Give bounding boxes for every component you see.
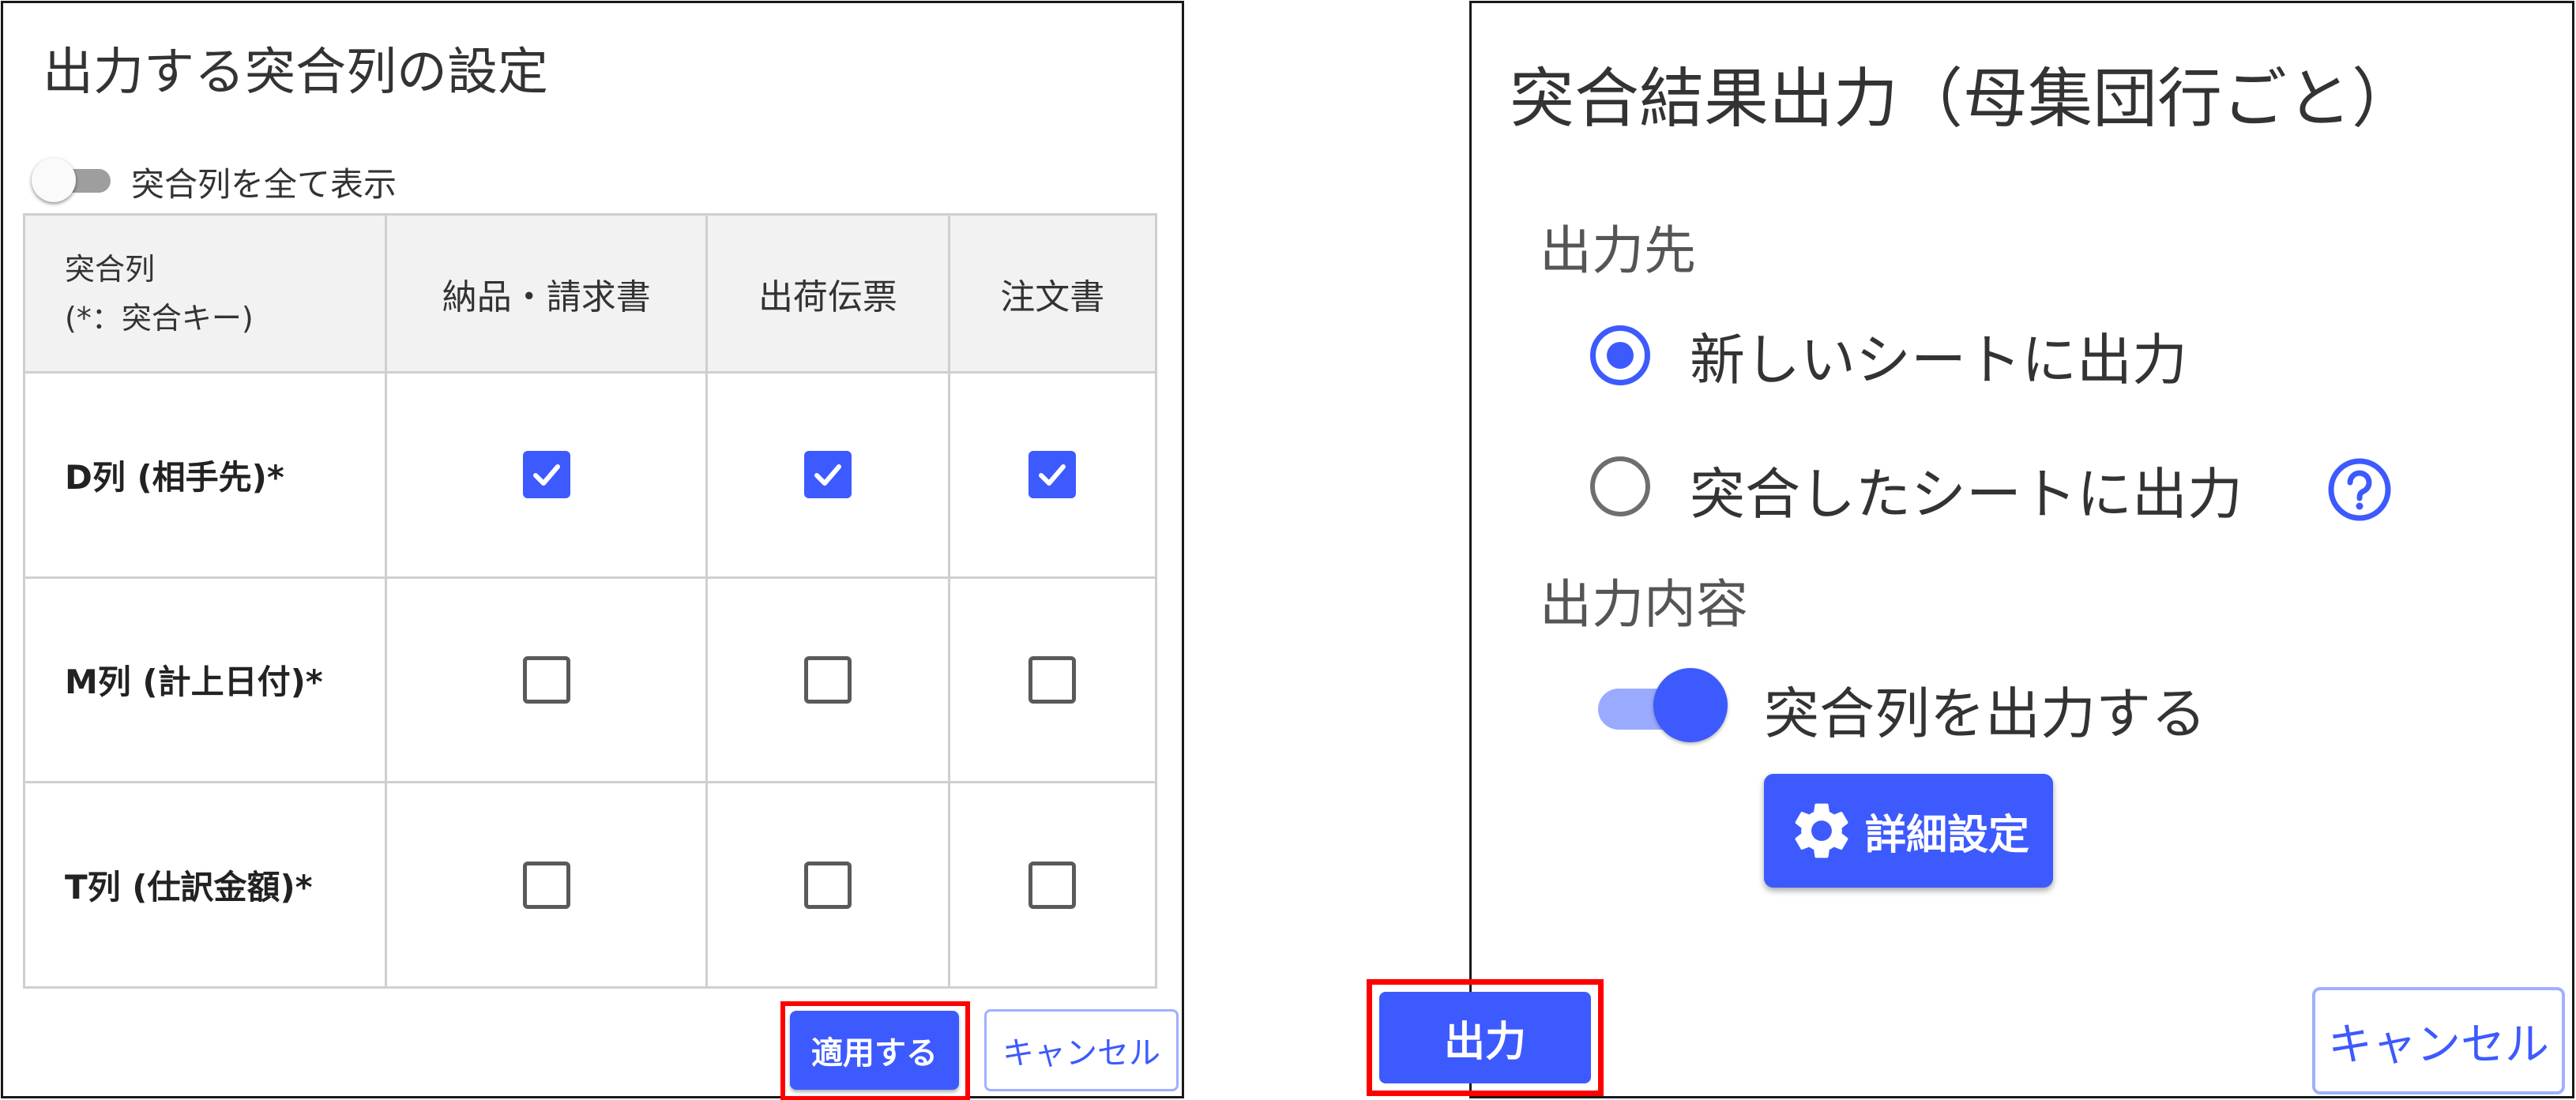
check-icon (1039, 464, 1066, 486)
checkbox[interactable] (522, 451, 570, 499)
show-all-columns-toggle[interactable] (32, 158, 112, 202)
checkbox[interactable] (522, 861, 570, 909)
radio-new-sheet[interactable] (1590, 325, 1650, 385)
row-label: M列 (計上日付)* (22, 576, 388, 784)
column-settings-dialog: 出力する突合列の設定 突合列を全て表示 突合列 (*：突合キー) 納品・請求書 … (1, 1, 1184, 1100)
header-shipping-slip: 出荷伝票 (705, 213, 950, 374)
detail-settings-button[interactable]: 詳細設定 (1764, 774, 2053, 888)
toggle-knob (1653, 668, 1728, 742)
check-icon (814, 464, 841, 486)
gear-icon (1795, 803, 1848, 858)
cancel-button[interactable]: キャンセル (984, 1009, 1179, 1091)
header-invoice: 納品・請求書 (385, 213, 709, 374)
row-label: D列 (相手先)* (22, 371, 388, 579)
table-row: T列 (仕訳金額)* (22, 781, 1158, 989)
question-circle-icon[interactable] (2326, 456, 2393, 523)
content-heading: 出力内容 (1540, 574, 1748, 635)
output-button[interactable]: 出力 (1379, 992, 1591, 1083)
radio-new-sheet-label[interactable]: 新しいシートに出力 (1690, 316, 2187, 396)
apply-button[interactable]: 適用する (790, 1011, 959, 1090)
checkbox[interactable] (1029, 861, 1077, 909)
header-column-name-line2: (*：突合キー) (65, 300, 254, 336)
table-row: M列 (計上日付)* (22, 576, 1158, 784)
output-columns-toggle[interactable] (1596, 668, 1731, 744)
radio-selected-dot (1607, 342, 1634, 369)
column-settings-table: 突合列 (*：突合キー) 納品・請求書 出荷伝票 注文書 D列 (相手先)* M… (22, 213, 1158, 989)
show-all-columns-label: 突合列を全て表示 (131, 165, 397, 204)
header-column-name: 突合列 (*：突合キー) (22, 213, 388, 374)
table-header-row: 突合列 (*：突合キー) 納品・請求書 出荷伝票 注文書 (22, 213, 1158, 374)
output-results-dialog: 突合結果出力（母集団行ごと） 出力先 新しいシートに出力 突合したシートに出力 … (1469, 1, 2574, 1098)
header-column-name-line1: 突合列 (65, 251, 156, 287)
checkbox[interactable] (803, 861, 852, 909)
detail-settings-label: 詳細設定 (1864, 811, 2029, 859)
radio-matched-sheet-label[interactable]: 突合したシートに出力 (1690, 450, 2243, 530)
header-purchase-order: 注文書 (947, 213, 1158, 374)
checkbox[interactable] (522, 655, 570, 704)
dialog-title: 出力する突合列の設定 (43, 43, 548, 102)
toggle-knob (32, 158, 76, 202)
checkbox[interactable] (803, 655, 852, 704)
dialog-title: 突合結果出力（母集団行ごと） (1510, 62, 2417, 137)
table-row: D列 (相手先)* (22, 371, 1158, 579)
check-icon (532, 464, 560, 486)
checkbox[interactable] (1029, 451, 1077, 499)
checkbox[interactable] (803, 451, 852, 499)
radio-matched-sheet[interactable] (1590, 456, 1650, 516)
destination-heading: 出力先 (1540, 220, 1696, 281)
cancel-button[interactable]: キャンセル (2312, 987, 2565, 1094)
row-label: T列 (仕訳金額)* (22, 781, 388, 989)
checkbox[interactable] (1029, 655, 1077, 704)
output-columns-toggle-label: 突合列を出力する (1764, 681, 2206, 746)
